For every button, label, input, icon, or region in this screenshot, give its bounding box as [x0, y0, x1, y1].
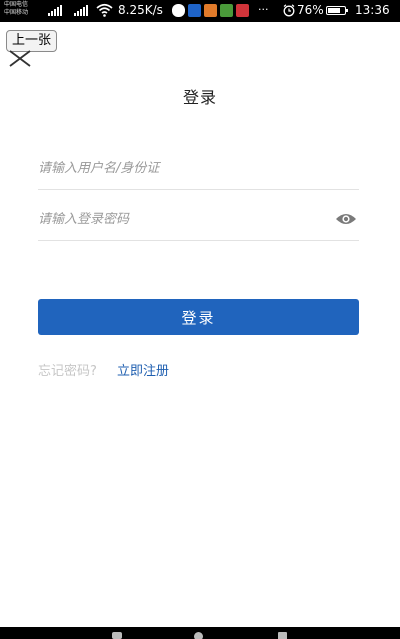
username-input[interactable] [38, 149, 318, 187]
carrier-1: 中国电信 [4, 1, 29, 8]
signal-icon [48, 5, 62, 16]
eye-icon[interactable] [335, 212, 357, 226]
close-icon[interactable] [9, 50, 31, 67]
battery-fill [328, 8, 340, 13]
home-nav-icon[interactable] [194, 632, 203, 639]
app-icon [204, 4, 217, 17]
more-notifications-icon: ··· [258, 3, 269, 16]
app-icon [188, 4, 201, 17]
recents-nav-icon[interactable] [278, 632, 287, 639]
forgot-password-link[interactable]: 忘记密码? [38, 364, 97, 379]
register-link[interactable]: 立即注册 [117, 364, 169, 379]
login-screen: 中国电信 中国移动 8.25K/s ··· 76% 13:36 上一张 登录 请… [0, 0, 400, 639]
page-title: 登录 [182, 88, 217, 107]
prev-button[interactable]: 上一张 [6, 30, 58, 52]
auth-links: 忘记密码? 立即注册 [38, 360, 169, 379]
alarm-icon [283, 4, 295, 17]
wechat-icon [172, 4, 185, 17]
battery-percent: 76% [297, 3, 324, 17]
system-nav-bar [0, 627, 400, 639]
app-icon [236, 4, 249, 17]
status-bar: 中国电信 中国移动 8.25K/s ··· 76% 13:36 [0, 0, 400, 22]
carrier-2: 中国移动 [4, 9, 29, 16]
password-input[interactable] [38, 200, 318, 238]
notification-icons [172, 4, 249, 17]
wifi-icon [96, 3, 113, 17]
net-speed: 8.25K/s [118, 3, 163, 17]
status-time: 13:36 [355, 3, 390, 17]
back-nav-icon[interactable] [112, 632, 122, 639]
username-field-container [38, 149, 359, 190]
carrier-labels: 中国电信 中国移动 [4, 1, 28, 17]
login-button[interactable]: 登录 [38, 299, 359, 335]
password-field-container [38, 200, 359, 241]
signal-icon [74, 5, 88, 16]
battery-icon [326, 6, 348, 15]
app-icon [220, 4, 233, 17]
